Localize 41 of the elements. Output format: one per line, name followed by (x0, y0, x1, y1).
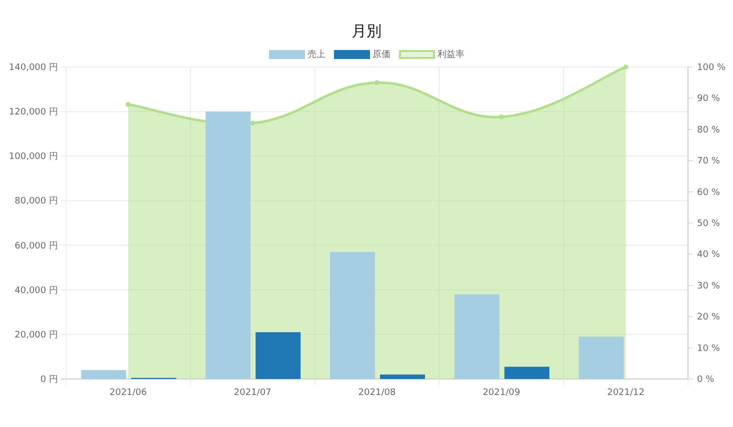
bar (578, 336, 624, 379)
axis-label: 40,000 円 (14, 286, 58, 296)
axis-label: 80 % (697, 125, 720, 136)
axis-label: 10 % (697, 344, 720, 354)
axis-label: 60 % (697, 188, 720, 198)
axis-label: 100,000 円 (8, 152, 58, 162)
axis-label: 20 % (697, 312, 720, 323)
data-point (498, 114, 504, 120)
axis-label: 2021/08 (358, 388, 396, 398)
legend-label: 原価 (372, 48, 390, 60)
legend-swatch[interactable] (398, 50, 434, 58)
axis-label: 100 % (697, 63, 726, 73)
axis-label: 20,000 円 (14, 330, 58, 340)
axis-label: 2021/09 (482, 388, 520, 398)
chart-title: 月別 (352, 21, 382, 41)
legend-label: 利益率 (438, 48, 464, 60)
axis-label: 140,000 円 (8, 63, 58, 73)
axis-label: 60,000 円 (14, 241, 58, 252)
bar (504, 366, 550, 379)
legend-swatch[interactable] (334, 50, 370, 58)
data-point (126, 102, 131, 107)
axis-label: 0 円 (40, 375, 58, 385)
data-point (623, 64, 628, 70)
axis-label: 120,000 円 (8, 108, 58, 118)
axis-label: 40 % (697, 250, 720, 260)
axis-label: 80,000 円 (14, 196, 58, 207)
axis-label: 30 % (697, 281, 720, 292)
bar (256, 332, 301, 379)
data-point (250, 120, 256, 126)
axis-label: 2021/12 (607, 388, 644, 398)
axis-label: 90 % (697, 94, 720, 104)
bar (380, 374, 425, 379)
axis-label: 2021/06 (110, 388, 147, 398)
data-point (374, 80, 380, 86)
bar (81, 370, 126, 379)
legend-label: 売上 (308, 48, 326, 60)
axis-label: 0 % (697, 375, 714, 385)
axis-label: 50 % (697, 219, 720, 229)
axis-label: 70 % (697, 156, 720, 167)
axis-label: 2021/07 (234, 388, 272, 398)
legend-swatch[interactable] (268, 50, 304, 58)
